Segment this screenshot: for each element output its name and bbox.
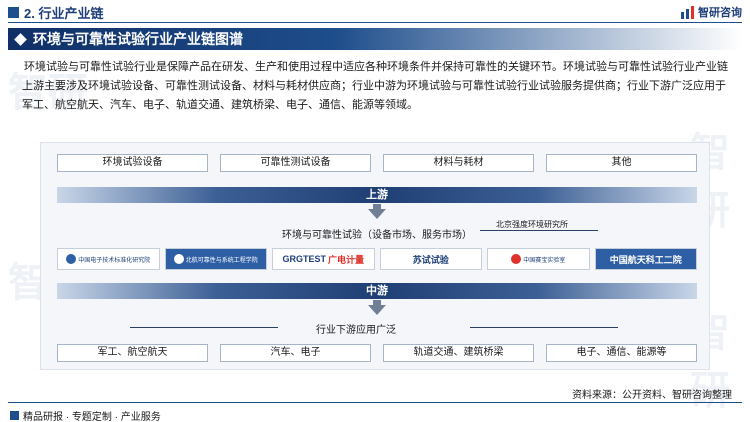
header-divider bbox=[8, 22, 742, 23]
upstream-item: 其他 bbox=[546, 154, 697, 172]
company-name: 中国电子技术标准化研究院 bbox=[78, 257, 151, 264]
company-name: 中国赛宝实验室 bbox=[523, 257, 566, 264]
downstream-rule-left bbox=[130, 327, 278, 328]
company-name: 苏试试验 bbox=[412, 254, 449, 265]
brand-logo-icon bbox=[681, 5, 694, 19]
downstream-item: 汽车、电子 bbox=[220, 344, 371, 362]
company-emblem-icon bbox=[173, 254, 184, 264]
footer-left: 精品研报 · 专题定制 · 产业服务 bbox=[10, 408, 161, 422]
intro-paragraph: 环境试验与可靠性试验行业是保障产品在研发、生产和使用过程中适应各种环境条件并保持… bbox=[22, 61, 728, 111]
source-note: 资料来源：公开资料、智研咨询整理 bbox=[572, 390, 732, 401]
upstream-item: 可靠性测试设备 bbox=[220, 154, 371, 172]
footer: 精品研报 · 专题定制 · 产业服务 bbox=[0, 402, 750, 422]
downstream-items: 军工、航空航天 汽车、电子 轨道交通、建筑桥梁 电子、通信、能源等 bbox=[57, 344, 697, 362]
company-name: 北航可靠性与系统工程学院 bbox=[185, 257, 258, 264]
midstream-company-label: 北京强度环境研究所 bbox=[496, 220, 568, 229]
upstream-item: 环境试验设备 bbox=[57, 154, 208, 172]
company-logo: 中国航天科工二院 bbox=[594, 248, 697, 270]
company-emblem-icon bbox=[511, 254, 522, 264]
upstream-items: 环境试验设备 可靠性测试设备 材料与耗材 其他 bbox=[57, 154, 697, 172]
company-emblem-icon bbox=[66, 254, 77, 264]
downstream-rule-right bbox=[470, 327, 618, 328]
company-name: GRGTEST bbox=[282, 254, 326, 264]
footer-services: 精品研报 · 专题定制 · 产业服务 bbox=[23, 412, 161, 422]
upstream-band: 上游 bbox=[57, 187, 697, 203]
brand-logo[interactable]: 智研咨询 bbox=[681, 4, 742, 20]
company-logo: 中国赛宝实验室 bbox=[487, 248, 590, 270]
midstream-label: 环境与可靠性试验（设备市场、服务市场） bbox=[282, 230, 472, 241]
section-header: 2. 行业产业链 智研咨询 bbox=[0, 0, 750, 24]
midstream-rule bbox=[480, 230, 598, 231]
downstream-label: 行业下游应用广泛 bbox=[316, 325, 396, 336]
arrow-down-icon bbox=[368, 209, 386, 219]
footer-logo-icon bbox=[10, 411, 19, 420]
downstream-item: 轨道交通、建筑桥梁 bbox=[383, 344, 534, 362]
midstream-band: 中游 bbox=[57, 283, 697, 299]
page-title: 环境与可靠性试验行业产业链图谱 bbox=[33, 31, 243, 47]
company-logo: 北航可靠性与系统工程学院 bbox=[164, 248, 267, 270]
company-name: 中国航天科工二院 bbox=[609, 254, 682, 265]
upstream-item: 材料与耗材 bbox=[383, 154, 534, 172]
company-logo: 中国电子技术标准化研究院 bbox=[57, 248, 160, 270]
footer-divider bbox=[8, 402, 742, 403]
section-title: 2. 行业产业链 bbox=[24, 6, 104, 21]
title-bar: 环境与可靠性试验行业产业链图谱 bbox=[8, 28, 742, 50]
section-marker-icon bbox=[8, 7, 19, 18]
company-subname: 广电计量 bbox=[328, 254, 365, 265]
company-logo: GRGTEST 广电计量 bbox=[272, 248, 375, 270]
downstream-item: 军工、航空航天 bbox=[57, 344, 208, 362]
arrow-down-icon bbox=[368, 305, 386, 315]
downstream-item: 电子、通信、能源等 bbox=[546, 344, 697, 362]
brand-name: 智研咨询 bbox=[698, 7, 742, 19]
diamond-icon bbox=[14, 32, 27, 46]
company-logo: 苏试试验 bbox=[379, 248, 482, 270]
midstream-company-logos: 中国电子技术标准化研究院 北航可靠性与系统工程学院 GRGTEST 广电计量 苏… bbox=[57, 248, 697, 270]
